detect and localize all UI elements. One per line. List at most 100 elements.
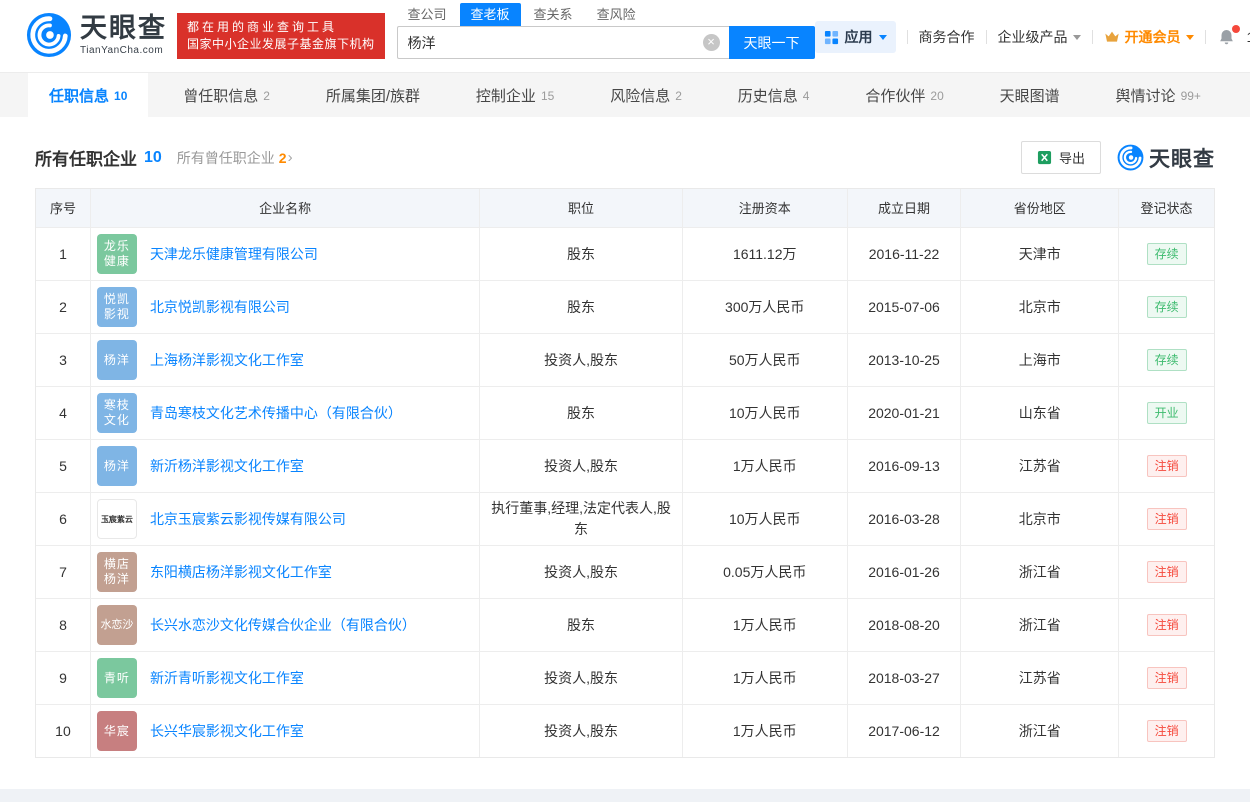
search-tab[interactable]: 查公司 [397, 3, 458, 26]
tianyancha-watermark: 天眼查 [1117, 143, 1215, 173]
search-tabs: 查公司 查老板 查关系 查风险 [397, 3, 815, 26]
column-header: 注册资本 [683, 189, 848, 227]
company-link[interactable]: 长兴华宸影视文化工作室 [150, 721, 304, 742]
date-cell: 2016-11-22 [848, 228, 962, 280]
footer-strip [0, 789, 1250, 802]
former-positions-label: 所有曾任职企业 [176, 149, 275, 166]
capital-cell: 1万人民币 [683, 440, 848, 492]
capital-cell: 10万人民币 [683, 493, 848, 545]
table-row: 2 悦凯 影视 北京悦凯影视有限公司 股东 300万人民币 2015-07-06 北京市 存续 [36, 280, 1214, 333]
tab-count: 99+ [1180, 88, 1201, 103]
status-cell: 存续 [1119, 281, 1214, 333]
page-tab[interactable]: 合作伙伴 20 [844, 73, 964, 117]
site-logo[interactable]: 天眼查 TianYanCha.com [26, 12, 167, 58]
clear-icon[interactable]: × [702, 34, 720, 51]
status-badge: 注销 [1146, 455, 1187, 477]
company-cell: 悦凯 影视 北京悦凯影视有限公司 [91, 281, 481, 333]
capital-cell: 1万人民币 [683, 599, 848, 651]
tianyancha-logo-icon [26, 12, 72, 58]
search-tab[interactable]: 查关系 [523, 3, 584, 26]
capital-cell: 300万人民币 [683, 281, 848, 333]
vip-menu[interactable]: 开通会员 [1104, 27, 1194, 47]
company-link[interactable]: 北京悦凯影视有限公司 [150, 297, 290, 318]
page-tab[interactable]: 天眼图谱 [979, 73, 1081, 117]
company-link[interactable]: 上海杨洋影视文化工作室 [150, 350, 304, 371]
search-input[interactable] [396, 26, 729, 59]
company-link[interactable]: 青岛寒枝文化艺术传播中心（有限合伙） [150, 403, 402, 424]
search-tab[interactable]: 查风险 [586, 3, 647, 26]
export-label: 导出 [1058, 151, 1085, 166]
watermark-text: 天眼查 [1149, 147, 1215, 171]
search-tab[interactable]: 查老板 [459, 3, 521, 26]
notification-bell[interactable] [1217, 24, 1240, 47]
page-tab[interactable]: 舆情讨论 99+ [1095, 73, 1222, 117]
row-index: 8 [36, 599, 91, 651]
company-link[interactable]: 北京玉宸紫云影视传媒有限公司 [150, 509, 346, 530]
page-tab[interactable]: 所属集团/族群 [305, 73, 441, 117]
status-cell: 注销 [1119, 440, 1214, 492]
row-index: 2 [36, 281, 91, 333]
position-cell: 股东 [480, 599, 683, 651]
column-header: 职位 [480, 189, 683, 227]
company-link[interactable]: 长兴水恋沙文化传媒合伙企业（有限合伙） [150, 615, 416, 636]
tab-label: 曾任职信息 [183, 87, 259, 105]
company-logo: 水恋沙 [96, 605, 137, 645]
table-row: 4 寒枝 文化 青岛寒枝文化艺术传播中心（有限合伙） 股东 10万人民币 2020-01-2… [36, 386, 1214, 439]
status-cell: 存续 [1119, 334, 1214, 386]
promo-line1: 都在用的商业查询工具 [187, 20, 338, 34]
status-badge: 存续 [1146, 296, 1187, 318]
date-cell: 2018-08-20 [848, 599, 962, 651]
site-title: 天眼查 [80, 12, 167, 43]
search-button[interactable]: 天眼一下 [728, 26, 815, 59]
company-logo: 龙乐 健康 [96, 234, 137, 274]
position-cell: 投资人,股东 [480, 440, 683, 492]
company-link[interactable]: 新沂青听影视文化工作室 [150, 668, 304, 689]
company-link[interactable]: 新沂杨洋影视文化工作室 [150, 456, 304, 477]
date-cell: 2020-01-21 [848, 387, 962, 439]
page-tab[interactable]: 控制企业 15 [455, 73, 575, 117]
business-coop-link[interactable]: 商务合作 [919, 27, 975, 47]
page-tab[interactable]: 历史信息 4 [717, 73, 831, 117]
column-header: 省份地区 [961, 189, 1120, 227]
row-index: 3 [36, 334, 91, 386]
crown-icon [1104, 31, 1119, 42]
chevron-down-icon [878, 35, 887, 44]
column-header: 序号 [36, 189, 91, 227]
apps-menu[interactable]: 应用 [814, 21, 896, 53]
enterprise-products-menu[interactable]: 企业级产品 [998, 27, 1081, 47]
former-positions-count: 2 [278, 149, 287, 166]
row-index: 10 [36, 705, 91, 757]
status-cell: 存续 [1119, 228, 1214, 280]
position-cell: 股东 [480, 281, 683, 333]
table-row: 6 玉宸紫云 北京玉宸紫云影视传媒有限公司 执行董事,经理,法定代表人,股东 10万人民… [36, 492, 1214, 545]
vip-label: 开通会员 [1124, 29, 1181, 45]
company-link[interactable]: 天津龙乐健康管理有限公司 [150, 244, 318, 265]
table-row: 10 华宸 长兴华宸影视文化工作室 投资人,股东 1万人民币 2017-06-12 浙江省注… [36, 704, 1214, 757]
page-tab[interactable]: 任职信息 10 [28, 73, 149, 117]
grid-icon [824, 30, 838, 44]
capital-cell: 10万人民币 [683, 387, 848, 439]
search-input-box: × [396, 26, 729, 59]
page-tab[interactable]: 曾任职信息 2 [162, 73, 291, 117]
date-cell: 2013-10-25 [848, 334, 962, 386]
date-cell: 2018-03-27 [848, 652, 962, 704]
company-cell: 水恋沙 长兴水恋沙文化传媒合伙企业（有限合伙） [91, 599, 481, 651]
column-header: 企业名称 [91, 189, 481, 227]
export-button[interactable]: 导出 [1020, 141, 1101, 174]
section-title: 所有任职企业 [35, 150, 137, 169]
row-index: 1 [36, 228, 91, 280]
position-cell: 投资人,股东 [480, 546, 683, 598]
companies-table: 序号 企业名称 职位 注册资本 成立日期 省份地区 登记状态 1 龙乐 健康 天津龙乐健康管理有限… [35, 188, 1215, 758]
table-row: 1 龙乐 健康 天津龙乐健康管理有限公司 股东 1611.12万 2016-11-22 天津市… [36, 227, 1214, 280]
region-cell: 北京市 [961, 281, 1120, 333]
page-tab[interactable]: 风险信息 2 [589, 73, 703, 117]
company-cell: 杨洋 上海杨洋影视文化工作室 [91, 334, 481, 386]
tab-count: 15 [540, 88, 555, 103]
apps-label: 应用 [844, 29, 873, 45]
company-link[interactable]: 东阳横店杨洋影视文化工作室 [150, 562, 332, 583]
column-header: 登记状态 [1140, 200, 1193, 216]
user-menu[interactable]: 186*... [1247, 29, 1250, 45]
former-positions-link[interactable]: 所有曾任职企业 2 › [177, 148, 293, 168]
header-nav: 应用 商务合作 企业级产品 开通会员 186*... [814, 21, 1250, 53]
region-cell: 山东省 [961, 387, 1120, 439]
